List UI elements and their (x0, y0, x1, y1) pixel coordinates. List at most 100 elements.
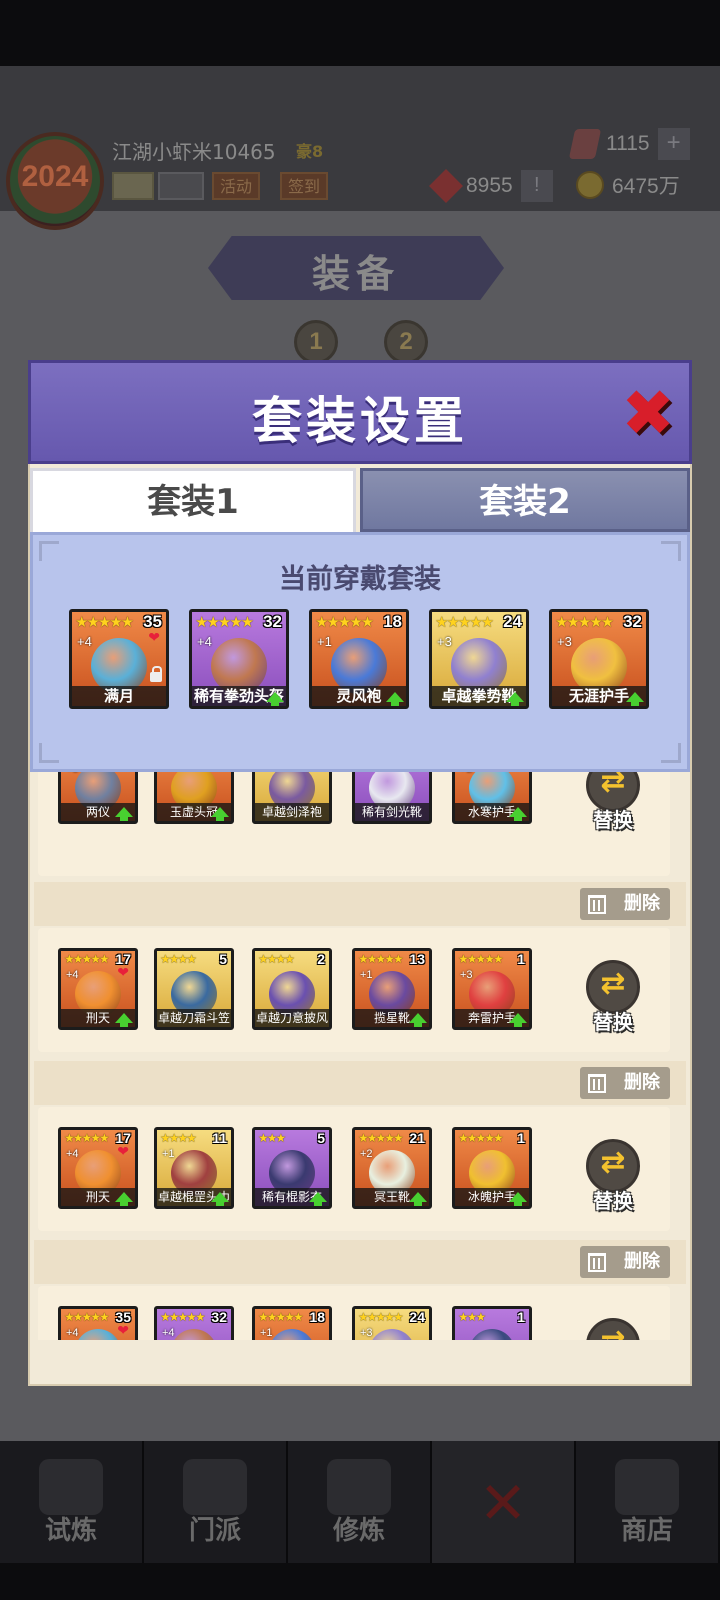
equipment-slot[interactable]: ★★★★★ 35 +4 ❤ 满月 (69, 609, 169, 709)
item-name: 卓越剑泽袍 (255, 803, 329, 821)
item-level: 13 (409, 951, 425, 967)
close-button[interactable]: ✖ (617, 377, 679, 451)
enhance-level: +2 (460, 772, 473, 775)
star-rating: ★★★★★ (358, 1310, 404, 1324)
equipment-slot[interactable]: ★★★★★ 1 冰魄护手 (452, 1127, 532, 1209)
nav-sect[interactable]: 门派 (144, 1441, 288, 1563)
item-level: 1 (517, 1309, 525, 1325)
upgrade-arrow-icon (506, 692, 524, 706)
heart-icon: ❤ (148, 630, 160, 646)
corner-ornament (39, 743, 59, 763)
trash-icon (588, 1253, 606, 1272)
equipment-slot[interactable]: 玉虚头冠 (154, 772, 234, 824)
equipment-slot[interactable]: ★★★ 5 稀有棍影衣 (252, 1127, 332, 1209)
lock-icon (150, 666, 162, 682)
diamond-icon (429, 169, 463, 203)
star-rating: ★★★★★ (358, 952, 404, 966)
replace-button[interactable]: ⇄ 替换 (580, 772, 646, 838)
enhance-level: +4 (66, 1327, 79, 1339)
upgrade-arrow-icon (211, 1192, 229, 1206)
upgrade-arrow-icon (509, 807, 527, 821)
item-level: 5 (317, 1130, 325, 1146)
star-rating: ★★★★★ (75, 613, 134, 631)
menu-button[interactable] (158, 172, 204, 200)
checkin-button[interactable]: 签到 (280, 172, 329, 200)
enhance-level: +2 (360, 1148, 373, 1160)
item-art-icon (171, 1329, 217, 1340)
equipment-slot[interactable]: ★★★★★ 17 +4 ❤ 刑天 (58, 1127, 138, 1209)
equipment-slot[interactable]: ★★★★★ 32 +4 稀有拳劲头盔 (189, 609, 289, 709)
item-art-icon (75, 1329, 121, 1340)
item-level: 18 (309, 1309, 325, 1325)
set-row: +3两仪玉虚头冠卓越剑泽袍 稀有剑光靴 +2水寒护手 ⇄ 替换 (34, 772, 686, 884)
upgrade-arrow-icon (266, 692, 284, 706)
equipment-slot[interactable]: ★★★★ 5 卓越刀霜斗笠 (154, 948, 234, 1030)
equipment-slot[interactable]: ★★★★★ 1 +3 奔雷护手 (452, 948, 532, 1030)
dialog-title: 套装设置 (252, 392, 468, 450)
item-level: 1 (517, 951, 525, 967)
nav-label: 门派 (188, 1516, 241, 1546)
star-rating: ★★★★ (258, 952, 295, 966)
star-rating: ★★★★★ (64, 1131, 110, 1145)
equipment-slot[interactable]: ★★★★★ 13 +1 揽星靴 (352, 948, 432, 1030)
replace-label: 替换 (593, 1189, 633, 1213)
saved-sets-list[interactable]: +3两仪玉虚头冠卓越剑泽袍稀有剑光靴+2水寒护手⇄替换删除★★★★★17+4❤刑… (34, 772, 686, 1340)
system-nav-bar (0, 1563, 720, 1600)
upgrade-arrow-icon (409, 1013, 427, 1027)
equipment-slot[interactable]: ★★★★★ 24 +3 (352, 1306, 432, 1340)
equipment-slot[interactable]: ★★★ 1 (452, 1306, 532, 1340)
delete-button[interactable]: 删除 (580, 888, 670, 920)
equipment-slot[interactable]: +2水寒护手 (452, 772, 532, 824)
tab-set-2[interactable]: 套装2 (360, 468, 690, 532)
upgrade-arrow-icon (115, 1013, 133, 1027)
mail-icon[interactable] (112, 172, 154, 200)
replace-button[interactable]: ⇄ 替换 (580, 960, 646, 1040)
heart-icon: ❤ (117, 965, 129, 981)
star-rating: ★★★★★ (435, 613, 494, 631)
nav-shop[interactable]: 商店 (576, 1441, 720, 1563)
star-rating: ★★★★★ (555, 613, 614, 631)
page-2-button[interactable]: 2 (384, 320, 428, 364)
equipment-slot[interactable]: 稀有剑光靴 (352, 772, 432, 824)
nav-trial[interactable]: 试炼 (0, 1441, 144, 1563)
delete-button[interactable]: 删除 (580, 1067, 670, 1099)
item-level: 32 (623, 612, 642, 631)
equipment-slot[interactable]: 卓越剑泽袍 (252, 772, 332, 824)
equipment-slot[interactable]: ★★★★★ 24 +3 卓越拳势靴 (429, 609, 529, 709)
replace-button[interactable]: ⇄ (580, 1318, 646, 1340)
equipment-slot[interactable]: ★★★★★ 32 +3 无涯护手 (549, 609, 649, 709)
item-level: 24 (409, 1309, 425, 1325)
nav-cultivate[interactable]: 修炼 (288, 1441, 432, 1563)
enhance-level: +1 (317, 634, 332, 649)
equipment-slot[interactable]: ★★★★★ 32 +4 (154, 1306, 234, 1340)
replace-button[interactable]: ⇄ 替换 (580, 1139, 646, 1219)
equipment-slot[interactable]: ★★★★★ 17 +4 ❤ 刑天 (58, 948, 138, 1030)
item-level: 24 (503, 612, 522, 631)
equipment-slot[interactable]: ★★★★ 11 +1 卓越棍罡头巾 (154, 1127, 234, 1209)
heart-icon: ❤ (117, 1144, 129, 1160)
equipment-slot[interactable]: ★★★★★ 18 +1 (252, 1306, 332, 1340)
item-art-icon (269, 1329, 315, 1340)
alert-button[interactable]: ! (520, 170, 553, 202)
equipment-slot[interactable]: ★★★★★ 35 +4 ❤ (58, 1306, 138, 1340)
temple-icon (183, 1459, 247, 1515)
player-name: 江湖小虾米10465 (112, 140, 276, 164)
tab-set-1[interactable]: 套装1 (30, 468, 356, 532)
nav-label: 修炼 (332, 1516, 385, 1546)
set-header: 删除 (34, 882, 686, 926)
equipment-slot[interactable]: +3两仪 (58, 772, 138, 824)
current-set-panel: 当前穿戴套装 ★★★★★ 35 +4 ❤ 满月 ★★★★★ 32 +4 稀有拳劲头盔 ★★★★★ 1… (30, 532, 690, 772)
equipment-slot[interactable]: ★★★★★ 18 +1 灵风袍 (309, 609, 409, 709)
delete-button[interactable]: 删除 (580, 1246, 670, 1278)
nav-equipment[interactable]: ✕ (432, 1441, 576, 1563)
add-gems-button[interactable]: + (657, 128, 690, 160)
equipment-slot[interactable]: ★★★★★ 21 +2 冥王靴 (352, 1127, 432, 1209)
ninja-icon (39, 1459, 103, 1515)
coin-counter: 6475万 (576, 170, 680, 200)
page-1-button[interactable]: 1 (294, 320, 338, 364)
activity-button[interactable]: 活动 (212, 172, 261, 200)
enhance-level: +3 (360, 1327, 373, 1339)
equipment-slot[interactable]: ★★★★ 2 卓越刀意披风 (252, 948, 332, 1030)
replace-label: 替换 (593, 1010, 633, 1034)
star-rating: ★★★★★ (258, 1310, 304, 1324)
